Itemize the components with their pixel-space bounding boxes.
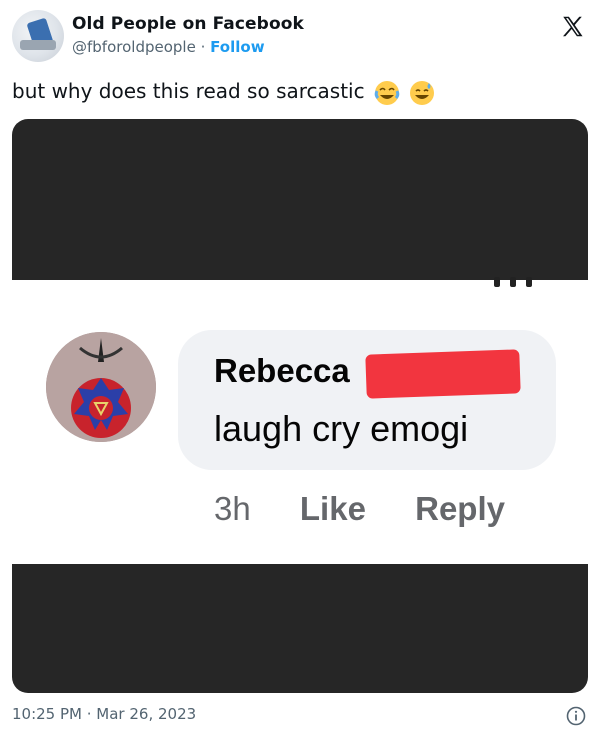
comment-actions: 3h Like Reply — [214, 490, 505, 528]
like-button[interactable]: Like — [300, 490, 366, 527]
tweet-header: Old People on Facebook @fbforoldpeople ·… — [12, 10, 588, 64]
author-meta: @fbforoldpeople · Follow — [72, 38, 304, 56]
author-handle[interactable]: @fbforoldpeople — [72, 38, 196, 56]
mandala-emblem-icon — [46, 332, 156, 442]
avatar-laptop-shape — [20, 40, 56, 50]
face-with-tears-of-joy-icon — [374, 80, 400, 105]
comment-text: laugh cry emogi — [214, 408, 469, 449]
author-name[interactable]: Old People on Facebook — [72, 14, 304, 34]
commenter-name[interactable]: Rebecca — [214, 352, 350, 390]
commenter-avatar[interactable] — [46, 332, 156, 442]
comment-time: 3h — [214, 490, 251, 527]
name-redaction — [365, 349, 521, 399]
comment-panel: Rebecca laugh cry emogi 3h Like Reply — [12, 277, 588, 564]
tweet-text-content: but why does this read so sarcastic — [12, 79, 365, 103]
x-logo-icon[interactable] — [560, 14, 586, 40]
tweet-text: but why does this read so sarcastic — [12, 76, 435, 106]
follow-button[interactable]: Follow — [210, 38, 264, 56]
comment-bubble: Rebecca laugh cry emogi — [178, 330, 556, 470]
embedded-screenshot[interactable]: Rebecca laugh cry emogi 3h Like Reply — [12, 119, 588, 693]
reply-button[interactable]: Reply — [415, 490, 505, 527]
author-avatar[interactable] — [12, 10, 64, 62]
tweet-timestamp[interactable]: 10:25 PM · Mar 26, 2023 — [12, 705, 196, 723]
meta-separator: · — [200, 38, 206, 56]
grinning-face-with-sweat-icon — [410, 80, 435, 105]
cropped-text-remnant — [484, 272, 554, 288]
info-icon[interactable] — [566, 706, 586, 726]
author-block: Old People on Facebook @fbforoldpeople ·… — [72, 14, 304, 56]
